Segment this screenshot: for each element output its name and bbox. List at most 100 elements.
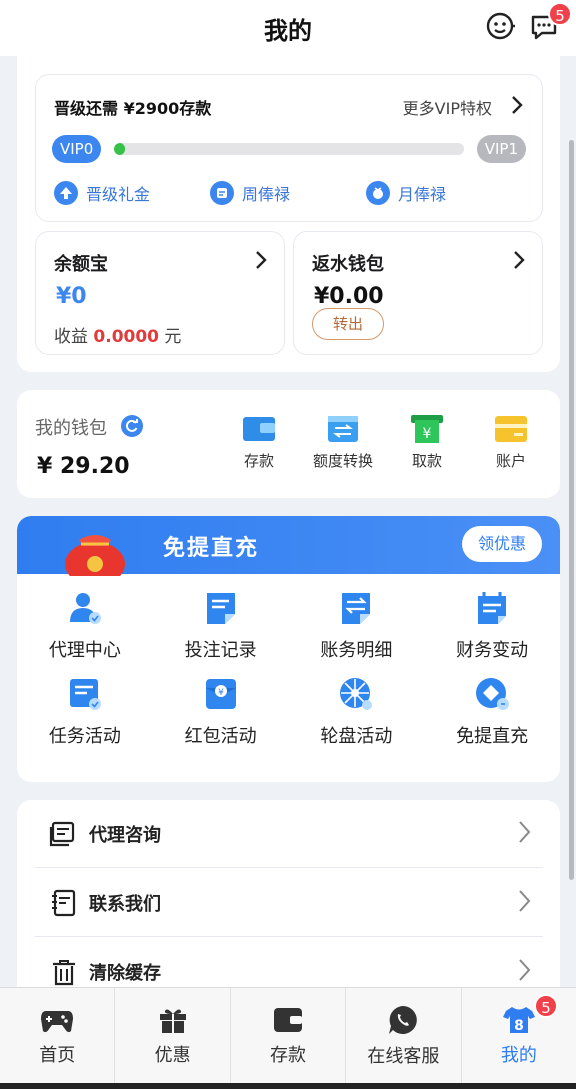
profile-badge: 5 <box>534 994 559 1018</box>
menu-direct-recharge[interactable]: 免提直充 <box>424 676 560 748</box>
upgrade-icon <box>54 181 78 205</box>
transfer-icon <box>328 416 358 442</box>
menu-label: 代理中心 <box>48 640 121 661</box>
vip-progress-fill <box>114 143 125 155</box>
wallet-action-deposit[interactable]: 存款 <box>226 414 292 471</box>
nav-label: 在线客服 <box>367 1045 440 1067</box>
vip-current-level: VIP0 <box>52 135 102 163</box>
trash-icon <box>49 957 79 987</box>
menu-finance-changes[interactable]: 财务变动 <box>424 590 560 662</box>
rebate-wallet-card[interactable]: 返水钱包 ¥0.00 转出 <box>293 231 543 355</box>
rebate-title: 返水钱包 <box>312 254 384 275</box>
header-bar: 我的 5 <box>0 0 576 56</box>
weekly-icon <box>210 181 234 205</box>
menu-label: 免提直充 <box>456 726 529 747</box>
vip-bonus-label: 晋级礼金 <box>86 185 151 204</box>
nav-profile[interactable]: 8 我的 5 <box>462 988 576 1083</box>
scrollbar[interactable] <box>569 140 574 880</box>
deposit-icon <box>243 417 275 441</box>
refresh-icon[interactable] <box>120 414 144 442</box>
gamepad-icon <box>41 1010 74 1032</box>
message-icon[interactable]: 5 <box>528 2 572 42</box>
nav-label: 存款 <box>270 1044 307 1066</box>
monthly-icon <box>366 181 390 205</box>
account-panel: 晋级还需 ¥2900存款 更多VIP特权 VIP0 VIP1 晋级礼金 周俸禄 … <box>17 56 560 372</box>
nav-home[interactable]: 首页 <box>0 988 116 1083</box>
list-item-label: 联系我们 <box>89 893 161 915</box>
page-title: 我的 <box>264 16 312 45</box>
earnings-unit: 元 <box>164 327 182 347</box>
wallet-action-withdraw[interactable]: ¥ 取款 <box>394 414 460 471</box>
vip-card[interactable]: 晋级还需 ¥2900存款 更多VIP特权 VIP0 VIP1 晋级礼金 周俸禄 … <box>35 74 543 222</box>
chevron-right-icon <box>254 250 268 274</box>
wallet-action-label: 账户 <box>495 452 526 470</box>
menu-label: 投注记录 <box>184 640 257 661</box>
menu-wheel-activity[interactable]: 轮盘活动 <box>289 676 425 748</box>
chat-icon <box>389 1005 418 1034</box>
contact-icon <box>49 888 79 918</box>
yuebao-earnings: 收益 0.0000 元 <box>54 322 181 347</box>
wallet-balance: ¥ 29.20 <box>37 454 130 479</box>
vip-bonus-label: 月俸禄 <box>398 185 447 204</box>
vip-upgrade-requirement: 晋级还需 ¥2900存款 <box>54 99 212 118</box>
promo-banner[interactable]: 免提直充 领优惠 <box>17 516 560 586</box>
wheel-icon <box>340 678 373 710</box>
list-item-agent-consult[interactable]: 代理咨询 <box>35 800 543 868</box>
earnings-value: 0.0000 <box>93 327 160 347</box>
message-badge: 5 <box>548 2 572 26</box>
menu-label: 红包活动 <box>184 726 257 747</box>
yuebao-amount: ¥0 <box>56 284 87 309</box>
svg-text:¥: ¥ <box>423 426 432 442</box>
nav-offers[interactable]: 优惠 <box>115 988 231 1083</box>
wallet-icon <box>274 1007 303 1032</box>
yuebao-card[interactable]: 余额宝 ¥0 收益 0.0000 元 <box>35 231 285 355</box>
promo-title: 免提直充 <box>163 536 260 561</box>
menu-label: 财务变动 <box>456 640 529 661</box>
vip-bonus-upgrade[interactable]: 晋级礼金 <box>54 181 150 205</box>
menu-red-packet-activity[interactable]: ¥ 红包活动 <box>153 676 289 748</box>
account-detail-icon <box>342 593 371 624</box>
menu-account-details[interactable]: 账务明细 <box>289 590 425 662</box>
wallet-action-label: 额度转换 <box>312 452 373 470</box>
wallet-action-label: 取款 <box>411 452 442 470</box>
vip-bonus-weekly[interactable]: 周俸禄 <box>210 181 290 205</box>
vip-next-level: VIP1 <box>476 135 526 163</box>
menu-task-activity[interactable]: 任务活动 <box>17 676 153 748</box>
agent-icon <box>69 593 101 624</box>
earnings-label: 收益 <box>54 327 88 347</box>
support-face-icon[interactable] <box>484 10 516 42</box>
system-gesture-bar <box>0 1083 576 1089</box>
nav-deposit[interactable]: 存款 <box>231 988 347 1083</box>
vip-more-link[interactable]: 更多VIP特权 <box>403 95 492 119</box>
gift-icon <box>159 1009 186 1033</box>
vip-bonus-monthly[interactable]: 月俸禄 <box>366 181 446 205</box>
menu-bet-records[interactable]: 投注记录 <box>153 590 289 662</box>
rebate-withdraw-button[interactable]: 转出 <box>312 308 384 340</box>
menu-label: 任务活动 <box>48 726 121 747</box>
chevron-right-icon <box>517 820 531 848</box>
bet-record-icon <box>206 593 235 624</box>
nav-customer-service[interactable]: 在线客服 <box>346 988 462 1083</box>
red-packet-mascot-icon <box>53 520 133 586</box>
finance-change-icon <box>478 592 507 624</box>
nav-label: 优惠 <box>154 1044 191 1066</box>
chevron-right-icon <box>517 958 531 986</box>
list-item-contact-us[interactable]: 联系我们 <box>35 869 543 937</box>
account-icon <box>495 416 527 442</box>
menu-agent-center[interactable]: 代理中心 <box>17 590 153 662</box>
rebate-amount: ¥0.00 <box>314 284 384 309</box>
promo-section: 免提直充 领优惠 代理中心 投注记录 账务明细 财务变动 任务活动 ¥ 红包活动 <box>17 516 560 782</box>
chevron-right-icon <box>517 889 531 917</box>
chevron-right-icon <box>512 250 526 274</box>
wallet-action-account[interactable]: 账户 <box>478 414 544 471</box>
svg-text:8: 8 <box>514 1018 524 1034</box>
nav-label: 首页 <box>39 1044 76 1066</box>
menu-label: 账务明细 <box>320 640 393 661</box>
consult-icon <box>49 819 79 849</box>
wallet-action-transfer[interactable]: 额度转换 <box>310 414 376 471</box>
red-packet-icon: ¥ <box>205 679 236 709</box>
profile-icon: 8 <box>502 1006 535 1034</box>
yuebao-title: 余额宝 <box>54 254 108 275</box>
claim-offer-button[interactable]: 领优惠 <box>462 526 542 562</box>
bottom-navigation: 首页 优惠 存款 在线客服 8 我的 5 <box>0 987 576 1083</box>
